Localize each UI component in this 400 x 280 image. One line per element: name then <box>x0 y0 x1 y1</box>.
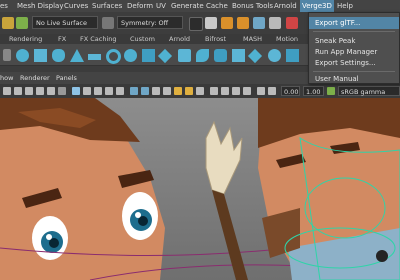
exposure-field[interactable]: 1.00 <box>303 86 324 96</box>
character-left <box>0 98 165 280</box>
render-settings-icon[interactable] <box>205 17 217 29</box>
symmetry-dropdown[interactable]: Symmetry: Off <box>117 16 183 29</box>
panel-toolbar: 0.00 1.00 sRGB gamma <box>0 84 400 98</box>
tab-custom[interactable]: Custom <box>127 34 158 44</box>
color-management-icon[interactable] <box>327 87 335 95</box>
live-surface-dropdown[interactable]: No Live Surface <box>32 16 98 29</box>
combine-icon[interactable] <box>214 49 227 62</box>
poly-prism-icon[interactable] <box>142 49 155 62</box>
select-tool-icon[interactable] <box>2 17 14 29</box>
menu-generate[interactable]: Generate <box>171 0 204 12</box>
2d-pan-zoom-icon[interactable] <box>47 87 55 95</box>
select-camera-icon[interactable] <box>3 87 11 95</box>
menu-separator <box>313 31 395 32</box>
xray-icon[interactable] <box>268 87 276 95</box>
image-plane-icon[interactable] <box>36 87 44 95</box>
render-frame-icon[interactable] <box>221 17 233 29</box>
tab-rendering[interactable]: Rendering <box>6 34 45 44</box>
menu-export-settings[interactable]: Export Settings... <box>309 57 399 69</box>
wireframe-icon[interactable] <box>130 87 138 95</box>
perspective-viewport[interactable] <box>0 98 400 280</box>
poly-sphere-icon[interactable] <box>16 49 29 62</box>
poly-pipe-icon[interactable] <box>178 49 191 62</box>
panel-menu-panels[interactable]: Panels <box>56 72 77 84</box>
poly-cylinder-icon[interactable] <box>52 49 65 62</box>
extrude-icon[interactable] <box>247 48 263 64</box>
tab-bifrost[interactable]: Bifrost <box>202 34 229 44</box>
menu-surfaces[interactable]: Surfaces <box>92 0 122 12</box>
textured-icon[interactable] <box>174 87 182 95</box>
poly-pyramid-icon[interactable] <box>157 48 173 64</box>
menu-separator <box>313 71 395 72</box>
field-chart-icon[interactable] <box>116 87 124 95</box>
viewport-scene <box>0 98 400 280</box>
character-right <box>258 98 400 280</box>
poly-disc-icon[interactable] <box>124 49 137 62</box>
menu-verge3d[interactable]: Verge3D <box>300 0 334 12</box>
shading-icon[interactable] <box>189 17 203 31</box>
render-view-icon[interactable] <box>269 17 281 29</box>
tab-arnold[interactable]: Arnold <box>166 34 193 44</box>
verge3d-menu: Export glTF... Sneak Peak Run App Manage… <box>308 12 400 84</box>
camera-attributes-icon[interactable] <box>14 87 22 95</box>
tab-motion[interactable]: Motion <box>273 34 301 44</box>
bevel-icon[interactable] <box>286 49 299 62</box>
menu-modeling-partial[interactable]: es <box>0 0 8 12</box>
tab-fx-caching[interactable]: FX Caching <box>77 34 120 44</box>
magnet-snap-icon[interactable] <box>16 17 28 29</box>
menu-export-gltf[interactable]: Export glTF... <box>309 17 399 29</box>
menu-cache[interactable]: Cache <box>206 0 228 12</box>
bridge-icon[interactable] <box>268 49 281 62</box>
separate-icon[interactable] <box>232 49 245 62</box>
hypershade-icon[interactable] <box>253 17 265 29</box>
anti-aliasing-icon[interactable] <box>232 87 240 95</box>
arnold-render-icon[interactable] <box>286 17 298 29</box>
bookmarks-icon[interactable] <box>25 87 33 95</box>
menu-bonus-tools[interactable]: Bonus Tools <box>232 0 273 12</box>
menu-user-manual[interactable]: User Manual <box>309 73 399 85</box>
use-default-material-icon[interactable] <box>152 87 160 95</box>
resolution-gate-icon[interactable] <box>94 87 102 95</box>
view-transform-dropdown[interactable]: sRGB gamma <box>338 86 400 96</box>
poly-cone-icon[interactable] <box>70 49 84 62</box>
use-all-lights-icon[interactable] <box>185 87 193 95</box>
poly-torus-icon[interactable] <box>106 49 121 64</box>
tab-mash[interactable]: MASH <box>240 34 265 44</box>
film-gate-icon[interactable] <box>83 87 91 95</box>
poly-cube-icon[interactable] <box>34 49 47 62</box>
poly-plane-icon[interactable] <box>88 54 101 60</box>
symmetry-icon <box>102 17 114 29</box>
screen-space-ao-icon[interactable] <box>210 87 218 95</box>
wireframe-on-shaded-icon[interactable] <box>163 87 171 95</box>
shadows-icon[interactable] <box>196 87 204 95</box>
menu-arnold[interactable]: Arnold <box>274 0 297 12</box>
poly-helix-icon[interactable] <box>196 49 209 62</box>
depth-of-field-icon[interactable] <box>243 87 251 95</box>
fork-prop <box>205 120 248 280</box>
menu-help[interactable]: Help <box>337 0 353 12</box>
smooth-shade-icon[interactable] <box>141 87 149 95</box>
gamma-field[interactable]: 0.00 <box>281 86 300 96</box>
tab-fx[interactable]: FX <box>55 34 69 44</box>
shelf-grip-icon[interactable] <box>3 49 11 61</box>
ipr-render-icon[interactable] <box>237 17 249 29</box>
motion-blur-icon[interactable] <box>221 87 229 95</box>
grid-icon[interactable] <box>72 87 80 95</box>
menu-curves[interactable]: Curves <box>64 0 88 12</box>
gate-mask-icon[interactable] <box>105 87 113 95</box>
menu-uv[interactable]: UV <box>156 0 166 12</box>
main-menu-bar: es Mesh Display Curves Surfaces Deform U… <box>0 0 400 12</box>
menu-mesh-display[interactable]: Mesh Display <box>17 0 63 12</box>
menu-deform[interactable]: Deform <box>127 0 153 12</box>
panel-menu-renderer[interactable]: Renderer <box>20 72 50 84</box>
panel-menu-show[interactable]: how <box>0 72 13 84</box>
isolate-select-icon[interactable] <box>257 87 265 95</box>
grease-pencil-icon[interactable] <box>58 87 66 95</box>
